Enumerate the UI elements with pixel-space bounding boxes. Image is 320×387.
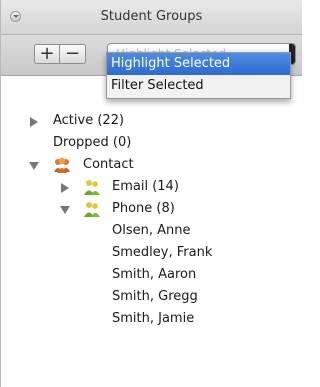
people-group-icon	[84, 180, 100, 195]
tree-row-phone[interactable]: Phone (8)	[1, 198, 302, 220]
student-name: Smith, Aaron	[112, 267, 197, 282]
tree-label-phone: Phone (8)	[112, 201, 175, 216]
menu-option-filter-selected[interactable]: Filter Selected	[107, 75, 290, 97]
people-group-icon	[54, 157, 70, 173]
add-group-button[interactable]: +	[34, 44, 60, 64]
people-group-icon	[84, 202, 100, 217]
student-name: Smith, Jamie	[112, 311, 195, 326]
tree-label-contact: Contact	[83, 157, 134, 172]
student-row[interactable]: Olsen, Anne	[1, 220, 302, 242]
tree-label-email: Email (14)	[112, 179, 179, 194]
menu-option-highlight-selected[interactable]: Highlight Selected	[107, 53, 290, 75]
tree-row-dropped[interactable]: Dropped (0)	[1, 132, 302, 154]
student-name: Olsen, Anne	[112, 223, 191, 238]
student-name: Smedley, Frank	[112, 245, 213, 260]
tree-row-active[interactable]: Active (22)	[1, 110, 302, 132]
student-row[interactable]: Smedley, Frank	[1, 242, 302, 264]
student-row[interactable]: Smith, Gregg	[1, 286, 302, 308]
student-name: Smith, Gregg	[112, 289, 198, 304]
student-groups-panel: Student Groups + − Highlight Selected Hi…	[0, 0, 302, 387]
panel-titlebar: Student Groups	[1, 0, 302, 35]
tree-label-active: Active (22)	[53, 113, 125, 128]
groups-tree: Active (22) Dropped (0) Contact Email (1…	[1, 110, 302, 330]
remove-group-button[interactable]: −	[60, 44, 86, 64]
disclosure-triangle-expanded-icon[interactable]	[29, 162, 39, 170]
selection-mode-menu: Highlight Selected Filter Selected	[106, 52, 291, 99]
disclosure-triangle-collapsed-icon[interactable]	[30, 117, 38, 127]
tree-row-email[interactable]: Email (14)	[1, 176, 302, 198]
tree-label-dropped: Dropped (0)	[53, 135, 132, 150]
disclosure-triangle-collapsed-icon[interactable]	[61, 183, 69, 193]
disclosure-triangle-expanded-icon[interactable]	[60, 206, 70, 214]
tree-row-contact[interactable]: Contact	[1, 154, 302, 176]
panel-title: Student Groups	[100, 9, 203, 24]
student-row[interactable]: Smith, Jamie	[1, 308, 302, 330]
student-row[interactable]: Smith, Aaron	[1, 264, 302, 286]
